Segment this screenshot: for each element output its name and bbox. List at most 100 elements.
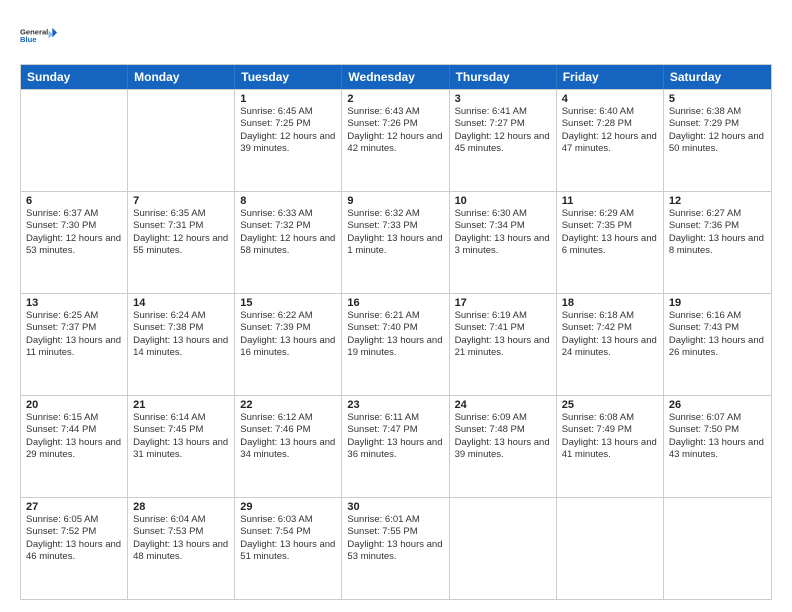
logo: General Blue xyxy=(20,16,58,54)
sunrise-text: Sunrise: 6:22 AM xyxy=(240,310,336,322)
day-number: 26 xyxy=(669,399,766,411)
daylight-text: Daylight: 13 hours and 6 minutes. xyxy=(562,233,658,258)
svg-text:Blue: Blue xyxy=(20,35,36,44)
sunset-text: Sunset: 7:55 PM xyxy=(347,526,443,538)
daylight-text: Daylight: 13 hours and 11 minutes. xyxy=(26,335,122,360)
sunrise-text: Sunrise: 6:09 AM xyxy=(455,412,551,424)
calendar-cell xyxy=(21,90,128,191)
daylight-text: Daylight: 13 hours and 39 minutes. xyxy=(455,437,551,462)
day-number: 21 xyxy=(133,399,229,411)
sunrise-text: Sunrise: 6:18 AM xyxy=(562,310,658,322)
calendar-cell: 1 Sunrise: 6:45 AM Sunset: 7:25 PM Dayli… xyxy=(235,90,342,191)
day-of-week-friday: Friday xyxy=(557,65,664,89)
day-number: 16 xyxy=(347,297,443,309)
sunrise-text: Sunrise: 6:35 AM xyxy=(133,208,229,220)
sunset-text: Sunset: 7:32 PM xyxy=(240,220,336,232)
day-number: 22 xyxy=(240,399,336,411)
daylight-text: Daylight: 13 hours and 1 minute. xyxy=(347,233,443,258)
calendar-cell: 11 Sunrise: 6:29 AM Sunset: 7:35 PM Dayl… xyxy=(557,192,664,293)
calendar-week-4: 20 Sunrise: 6:15 AM Sunset: 7:44 PM Dayl… xyxy=(21,395,771,497)
sunset-text: Sunset: 7:38 PM xyxy=(133,322,229,334)
calendar-cell: 30 Sunrise: 6:01 AM Sunset: 7:55 PM Dayl… xyxy=(342,498,449,599)
sunset-text: Sunset: 7:35 PM xyxy=(562,220,658,232)
sunset-text: Sunset: 7:31 PM xyxy=(133,220,229,232)
calendar-cell: 28 Sunrise: 6:04 AM Sunset: 7:53 PM Dayl… xyxy=(128,498,235,599)
sunset-text: Sunset: 7:25 PM xyxy=(240,118,336,130)
sunrise-text: Sunrise: 6:32 AM xyxy=(347,208,443,220)
sunrise-text: Sunrise: 6:05 AM xyxy=(26,514,122,526)
calendar-body: 1 Sunrise: 6:45 AM Sunset: 7:25 PM Dayli… xyxy=(21,89,771,599)
day-number: 10 xyxy=(455,195,551,207)
sunrise-text: Sunrise: 6:15 AM xyxy=(26,412,122,424)
day-number: 29 xyxy=(240,501,336,513)
calendar-cell: 6 Sunrise: 6:37 AM Sunset: 7:30 PM Dayli… xyxy=(21,192,128,293)
day-of-week-thursday: Thursday xyxy=(450,65,557,89)
sunset-text: Sunset: 7:37 PM xyxy=(26,322,122,334)
calendar-cell: 3 Sunrise: 6:41 AM Sunset: 7:27 PM Dayli… xyxy=(450,90,557,191)
calendar-week-2: 6 Sunrise: 6:37 AM Sunset: 7:30 PM Dayli… xyxy=(21,191,771,293)
sunrise-text: Sunrise: 6:30 AM xyxy=(455,208,551,220)
calendar-cell: 20 Sunrise: 6:15 AM Sunset: 7:44 PM Dayl… xyxy=(21,396,128,497)
daylight-text: Daylight: 13 hours and 29 minutes. xyxy=(26,437,122,462)
calendar-cell: 2 Sunrise: 6:43 AM Sunset: 7:26 PM Dayli… xyxy=(342,90,449,191)
calendar-cell xyxy=(664,498,771,599)
calendar-cell: 14 Sunrise: 6:24 AM Sunset: 7:38 PM Dayl… xyxy=(128,294,235,395)
calendar-cell xyxy=(450,498,557,599)
day-number: 6 xyxy=(26,195,122,207)
sunrise-text: Sunrise: 6:33 AM xyxy=(240,208,336,220)
logo-svg: General Blue xyxy=(20,16,58,54)
daylight-text: Daylight: 12 hours and 50 minutes. xyxy=(669,131,766,156)
calendar-cell: 29 Sunrise: 6:03 AM Sunset: 7:54 PM Dayl… xyxy=(235,498,342,599)
sunrise-text: Sunrise: 6:03 AM xyxy=(240,514,336,526)
calendar-cell: 10 Sunrise: 6:30 AM Sunset: 7:34 PM Dayl… xyxy=(450,192,557,293)
day-number: 5 xyxy=(669,93,766,105)
daylight-text: Daylight: 13 hours and 48 minutes. xyxy=(133,539,229,564)
sunset-text: Sunset: 7:42 PM xyxy=(562,322,658,334)
daylight-text: Daylight: 12 hours and 47 minutes. xyxy=(562,131,658,156)
sunrise-text: Sunrise: 6:16 AM xyxy=(669,310,766,322)
sunrise-text: Sunrise: 6:45 AM xyxy=(240,106,336,118)
calendar-cell: 17 Sunrise: 6:19 AM Sunset: 7:41 PM Dayl… xyxy=(450,294,557,395)
sunrise-text: Sunrise: 6:12 AM xyxy=(240,412,336,424)
sunset-text: Sunset: 7:39 PM xyxy=(240,322,336,334)
sunset-text: Sunset: 7:29 PM xyxy=(669,118,766,130)
sunrise-text: Sunrise: 6:29 AM xyxy=(562,208,658,220)
daylight-text: Daylight: 13 hours and 43 minutes. xyxy=(669,437,766,462)
sunset-text: Sunset: 7:40 PM xyxy=(347,322,443,334)
sunset-text: Sunset: 7:52 PM xyxy=(26,526,122,538)
sunset-text: Sunset: 7:33 PM xyxy=(347,220,443,232)
day-number: 13 xyxy=(26,297,122,309)
sunrise-text: Sunrise: 6:27 AM xyxy=(669,208,766,220)
calendar-cell: 12 Sunrise: 6:27 AM Sunset: 7:36 PM Dayl… xyxy=(664,192,771,293)
sunrise-text: Sunrise: 6:21 AM xyxy=(347,310,443,322)
calendar-week-3: 13 Sunrise: 6:25 AM Sunset: 7:37 PM Dayl… xyxy=(21,293,771,395)
daylight-text: Daylight: 12 hours and 55 minutes. xyxy=(133,233,229,258)
day-of-week-saturday: Saturday xyxy=(664,65,771,89)
calendar-cell: 18 Sunrise: 6:18 AM Sunset: 7:42 PM Dayl… xyxy=(557,294,664,395)
calendar-cell xyxy=(128,90,235,191)
daylight-text: Daylight: 13 hours and 46 minutes. xyxy=(26,539,122,564)
calendar-cell: 4 Sunrise: 6:40 AM Sunset: 7:28 PM Dayli… xyxy=(557,90,664,191)
day-number: 15 xyxy=(240,297,336,309)
calendar-cell: 16 Sunrise: 6:21 AM Sunset: 7:40 PM Dayl… xyxy=(342,294,449,395)
day-number: 3 xyxy=(455,93,551,105)
daylight-text: Daylight: 13 hours and 36 minutes. xyxy=(347,437,443,462)
sunset-text: Sunset: 7:49 PM xyxy=(562,424,658,436)
calendar-cell: 25 Sunrise: 6:08 AM Sunset: 7:49 PM Dayl… xyxy=(557,396,664,497)
sunset-text: Sunset: 7:27 PM xyxy=(455,118,551,130)
daylight-text: Daylight: 13 hours and 8 minutes. xyxy=(669,233,766,258)
calendar-cell: 13 Sunrise: 6:25 AM Sunset: 7:37 PM Dayl… xyxy=(21,294,128,395)
daylight-text: Daylight: 12 hours and 39 minutes. xyxy=(240,131,336,156)
calendar-cell: 7 Sunrise: 6:35 AM Sunset: 7:31 PM Dayli… xyxy=(128,192,235,293)
daylight-text: Daylight: 12 hours and 53 minutes. xyxy=(26,233,122,258)
sunrise-text: Sunrise: 6:11 AM xyxy=(347,412,443,424)
sunset-text: Sunset: 7:28 PM xyxy=(562,118,658,130)
sunrise-text: Sunrise: 6:40 AM xyxy=(562,106,658,118)
calendar-header: SundayMondayTuesdayWednesdayThursdayFrid… xyxy=(21,65,771,89)
sunset-text: Sunset: 7:41 PM xyxy=(455,322,551,334)
daylight-text: Daylight: 12 hours and 42 minutes. xyxy=(347,131,443,156)
day-number: 4 xyxy=(562,93,658,105)
sunset-text: Sunset: 7:34 PM xyxy=(455,220,551,232)
day-number: 2 xyxy=(347,93,443,105)
calendar-cell: 23 Sunrise: 6:11 AM Sunset: 7:47 PM Dayl… xyxy=(342,396,449,497)
